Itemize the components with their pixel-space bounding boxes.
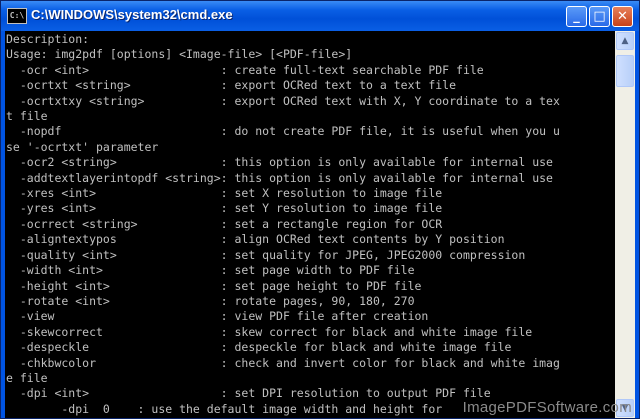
console-line: -ocr2 <string> : this option is only ava… (6, 155, 553, 170)
scroll-thumb[interactable] (616, 55, 634, 87)
console-line: -width <int> : set page width to PDF fil… (6, 263, 415, 278)
console-line: -quality <int> : set quality for JPEG, J… (6, 247, 526, 262)
console-output[interactable]: Description: Usage: img2pdf [options] <I… (5, 31, 615, 418)
console-line: -ocr <int> : create full-text searchable… (6, 62, 484, 77)
console-line: -xres <int> : set X resolution to image … (6, 186, 443, 201)
console-text: Description: Usage: img2pdf [options] <I… (5, 31, 615, 417)
console-line: -despeckle : despeckle for black and whi… (6, 340, 512, 355)
title-bar[interactable]: C:\ C:\WINDOWS\system32\cmd.exe _ □ ✕ (1, 1, 639, 31)
scroll-up-button[interactable]: ▲ (616, 32, 634, 50)
console-line: -dpi <int> : set DPI resolution to outpu… (6, 386, 491, 401)
console-line: -ocrrect <string> : set a rectangle regi… (6, 216, 443, 231)
console-line: -ocrtxt <string> : export OCRed text to … (6, 78, 457, 93)
watermark: ImagePDFSoftware.com (462, 399, 632, 416)
console-line: -rotate <int> : rotate pages, 90, 180, 2… (6, 293, 415, 308)
window-frame-right (635, 31, 639, 418)
console-line: -ocrtxtxy <string> : export OCRed text w… (6, 93, 560, 108)
console-line: se '-ocrtxt' parameter (6, 139, 159, 154)
console-line: Description: (6, 32, 90, 46)
console-line: -chkbwcolor : check and invert color for… (6, 355, 560, 370)
console-line: -addtextlayerintopdf <string>: this opti… (6, 170, 553, 185)
console-line: -skewcorrect : skew correct for black an… (6, 324, 533, 339)
console-line: -view : view PDF file after creation (6, 309, 429, 324)
window-title: C:\WINDOWS\system32\cmd.exe (31, 7, 233, 22)
console-line: -height <int> : set page height to PDF f… (6, 278, 422, 293)
vertical-scrollbar[interactable]: ▲ ▼ (615, 31, 635, 418)
console-line: -nopdf : do not create PDF file, it is u… (6, 124, 560, 139)
close-button[interactable]: ✕ (612, 6, 633, 27)
console-line: -dpi 0 : use the default image width and… (6, 401, 443, 416)
console-line: e file (6, 370, 48, 385)
cmd-icon[interactable]: C:\ (7, 8, 27, 24)
console-line: -aligntextypos : align OCRed text conten… (6, 232, 505, 247)
console-line: Usage: img2pdf [options] <Image-file> [<… (6, 47, 353, 62)
cmd-window: C:\ C:\WINDOWS\system32\cmd.exe _ □ ✕ De… (0, 0, 640, 419)
console-line: -yres <int> : set Y resolution to image … (6, 201, 443, 216)
console-line: t file (6, 109, 48, 124)
minimize-button[interactable]: _ (566, 6, 587, 27)
maximize-button[interactable]: □ (589, 6, 610, 27)
